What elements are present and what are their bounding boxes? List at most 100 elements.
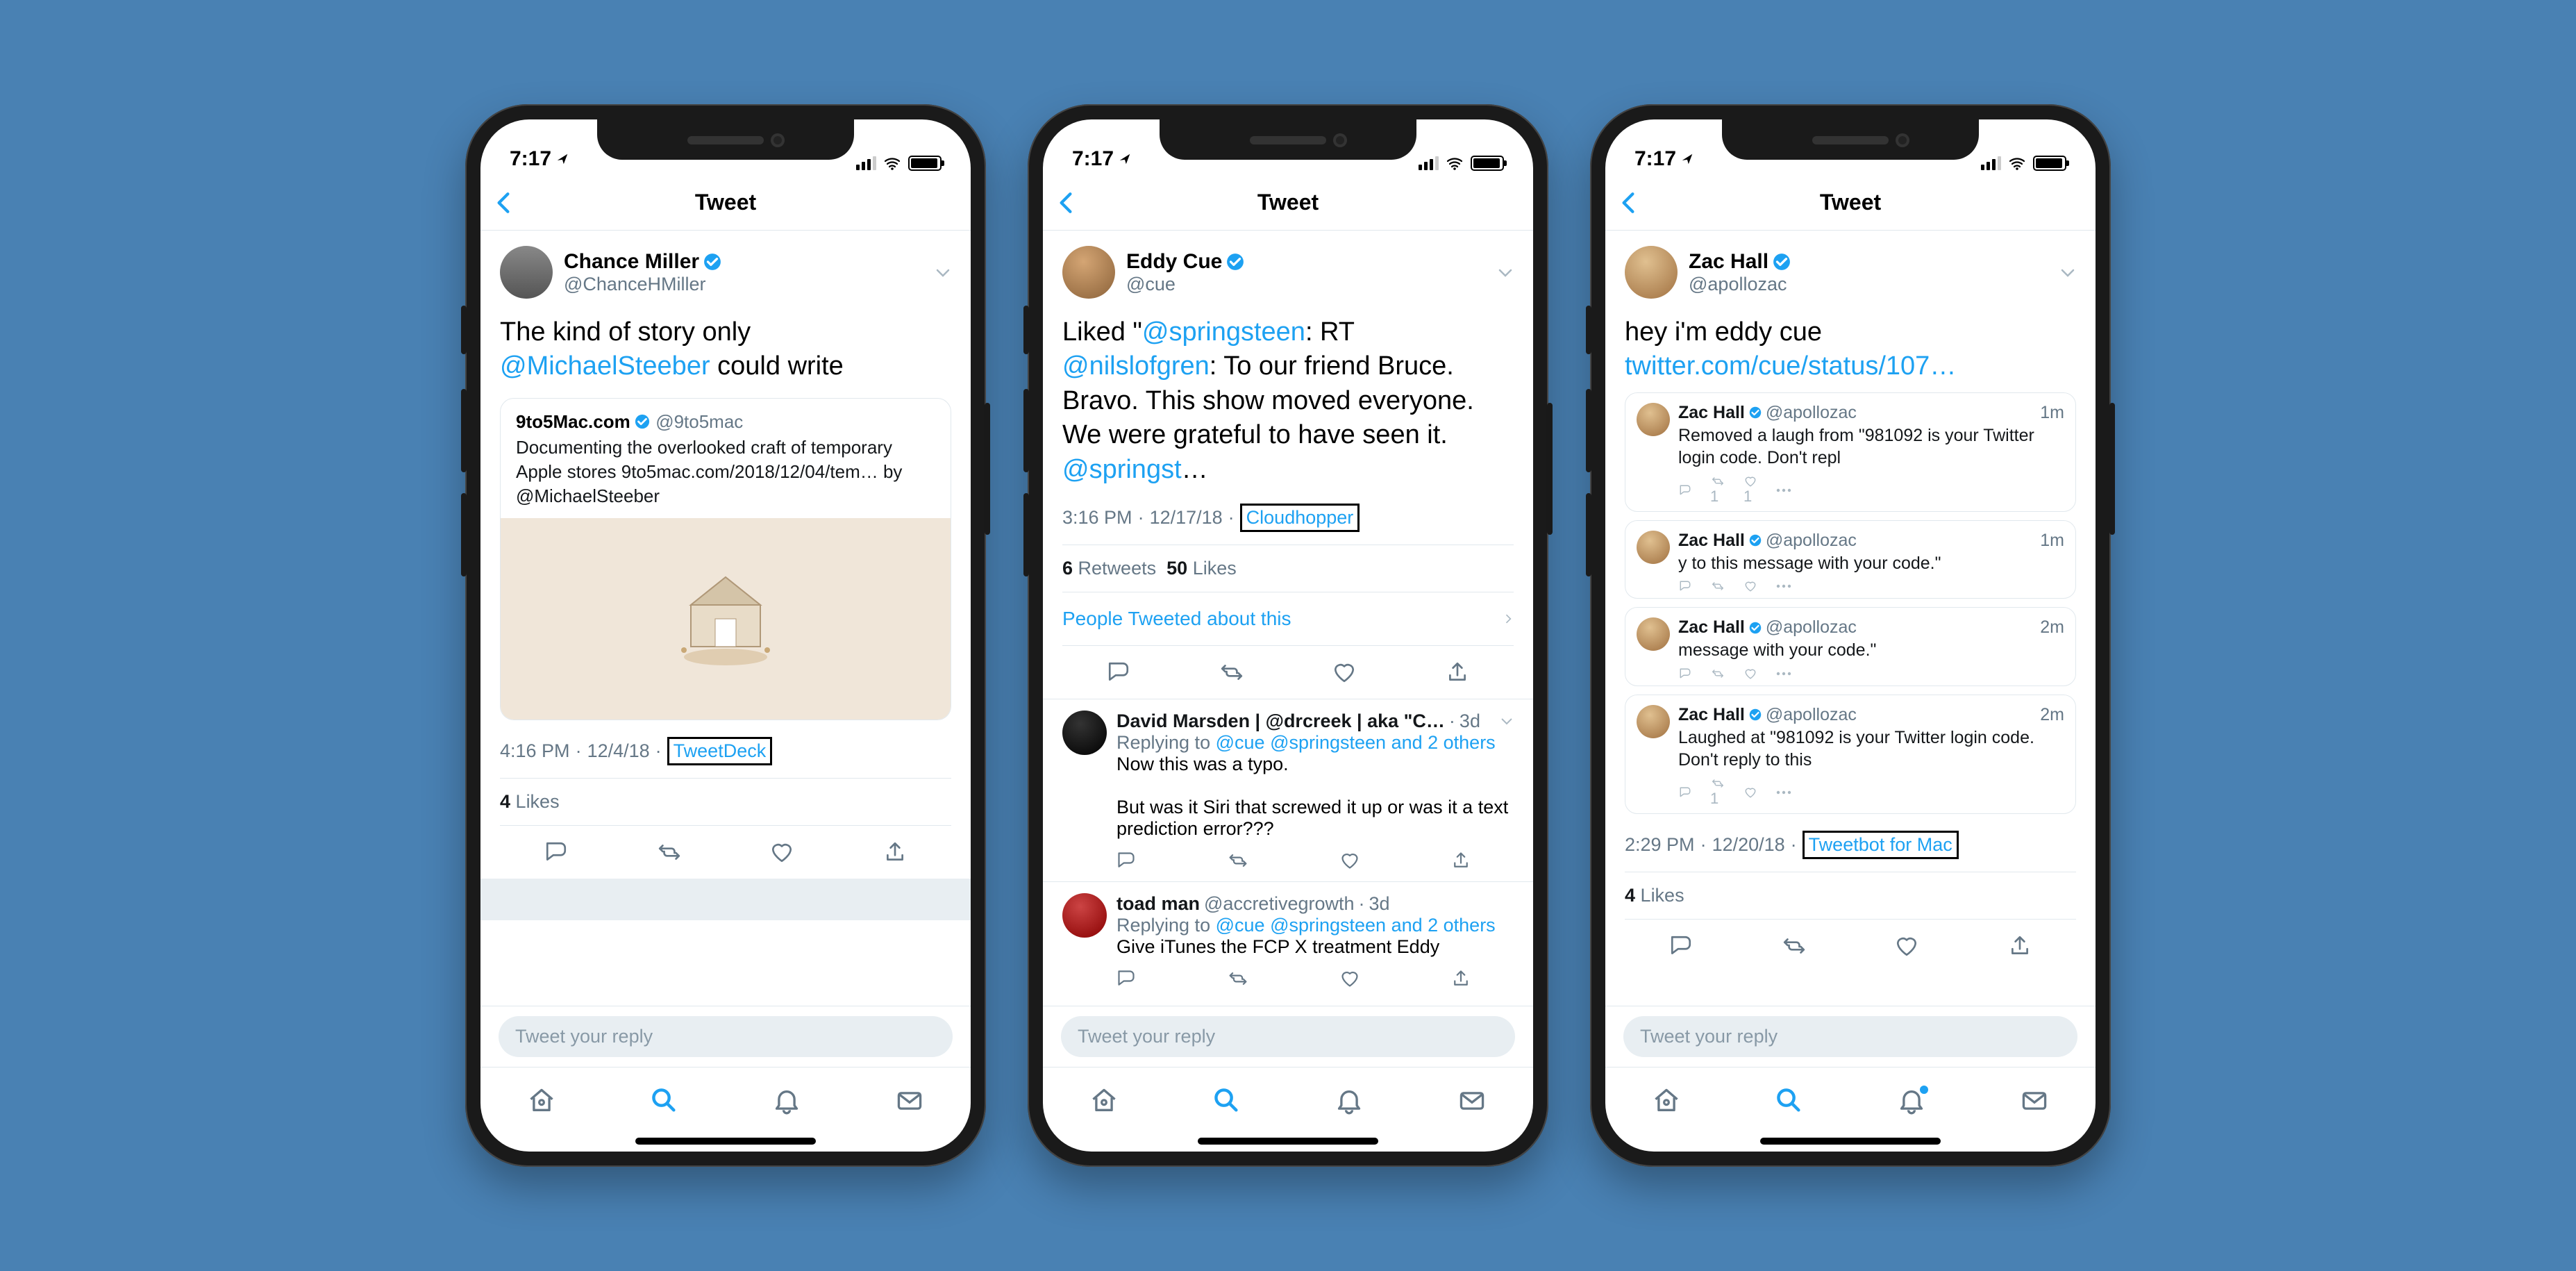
- tab-home[interactable]: [526, 1086, 557, 1116]
- tweet-menu-caret[interactable]: [1497, 265, 1514, 279]
- tab-bar: [480, 1067, 971, 1133]
- share-button[interactable]: [1451, 969, 1471, 988]
- tweet-menu-caret[interactable]: [2059, 265, 2076, 279]
- back-button[interactable]: [1057, 191, 1075, 215]
- home-indicator[interactable]: [1198, 1138, 1378, 1145]
- mention-link[interactable]: @MichaelSteeber: [500, 351, 710, 381]
- mention-link[interactable]: @springsteen: [1270, 732, 1386, 753]
- avatar[interactable]: [1062, 711, 1107, 755]
- like-button[interactable]: [1893, 932, 1921, 960]
- quoted-tweet-card[interactable]: Zac Hall @apollozac2m Laughed at "981092…: [1625, 695, 2076, 814]
- back-button[interactable]: [1619, 191, 1637, 215]
- url-link[interactable]: twitter.com/cue/status/107…: [1625, 351, 1956, 381]
- tab-search[interactable]: [1212, 1086, 1242, 1116]
- reply-menu-caret[interactable]: [1500, 715, 1514, 726]
- replying-to: Replying to @cue @springsteen and 2 othe…: [1116, 732, 1514, 754]
- others-link[interactable]: and 2 others: [1391, 915, 1496, 936]
- tab-home[interactable]: [1651, 1086, 1682, 1116]
- avatar[interactable]: [1062, 893, 1107, 938]
- avatar[interactable]: [1637, 403, 1670, 436]
- tweet-counts[interactable]: 4 Likes: [500, 778, 951, 825]
- quoted-tweet-card[interactable]: 9to5Mac.com @9to5mac Documenting the ove…: [500, 398, 951, 720]
- reply-item[interactable]: toad man @accretivegrowth · 3d Replying …: [1043, 881, 1533, 999]
- reply-button[interactable]: [1116, 969, 1136, 988]
- like-button[interactable]: [1340, 851, 1360, 870]
- like-button[interactable]: [1743, 786, 1757, 799]
- mention-link[interactable]: @springst: [1062, 455, 1182, 484]
- tweet-counts[interactable]: 6 Retweets 50 Likes: [1062, 545, 1514, 592]
- tweet-source[interactable]: Tweetbot for Mac: [1803, 831, 1959, 859]
- tab-notifications[interactable]: [1896, 1086, 1927, 1116]
- more-button[interactable]: [1775, 583, 1792, 590]
- share-button[interactable]: [881, 838, 909, 866]
- tab-messages[interactable]: [2019, 1086, 2050, 1116]
- tweet-author-row[interactable]: Zac Hall @apollozac: [1625, 246, 2076, 299]
- home-indicator[interactable]: [1760, 1138, 1941, 1145]
- retweet-button[interactable]: [1228, 851, 1248, 870]
- mention-link[interactable]: @springsteen: [1142, 317, 1305, 347]
- reply-input[interactable]: Tweet your reply: [1623, 1016, 2077, 1057]
- tweet-counts[interactable]: 4 Likes: [1625, 872, 2076, 919]
- reply-button[interactable]: [1105, 658, 1132, 686]
- like-button[interactable]: [1743, 580, 1757, 592]
- reply-button[interactable]: [1667, 932, 1695, 960]
- reply-input[interactable]: Tweet your reply: [1061, 1016, 1515, 1057]
- reply-button[interactable]: [542, 838, 570, 866]
- avatar[interactable]: [500, 246, 553, 299]
- retweet-button[interactable]: [1710, 580, 1725, 592]
- retweet-button[interactable]: [655, 838, 683, 866]
- like-button[interactable]: [1743, 667, 1757, 680]
- tab-notifications[interactable]: [771, 1086, 802, 1116]
- others-link[interactable]: and 2 others: [1391, 732, 1496, 753]
- retweet-button[interactable]: [1710, 667, 1725, 680]
- tab-search[interactable]: [649, 1086, 680, 1116]
- retweet-button[interactable]: [1780, 932, 1808, 960]
- avatar[interactable]: [1637, 705, 1670, 738]
- tweet-source[interactable]: TweetDeck: [667, 737, 773, 765]
- avatar[interactable]: [1062, 246, 1115, 299]
- retweet-button[interactable]: [1218, 658, 1246, 686]
- avatar[interactable]: [1637, 617, 1670, 651]
- reply-button[interactable]: [1116, 851, 1136, 870]
- share-button[interactable]: [1451, 851, 1471, 870]
- tweet-author-row[interactable]: Eddy Cue @cue: [1062, 246, 1514, 299]
- back-button[interactable]: [494, 191, 512, 215]
- tab-notifications[interactable]: [1334, 1086, 1364, 1116]
- reply-input[interactable]: Tweet your reply: [499, 1016, 953, 1057]
- like-button[interactable]: [1330, 658, 1358, 686]
- section-gap: [480, 879, 971, 920]
- avatar[interactable]: [1625, 246, 1678, 299]
- mention-link[interactable]: @cue: [1216, 732, 1265, 753]
- quoted-tweet-card[interactable]: Zac Hall @apollozac1m y to this message …: [1625, 520, 2076, 599]
- tab-search[interactable]: [1774, 1086, 1805, 1116]
- mention-link[interactable]: @nilslofgren: [1062, 351, 1210, 381]
- like-button[interactable]: [1340, 969, 1360, 988]
- tab-messages[interactable]: [894, 1086, 925, 1116]
- retweet-button[interactable]: [1228, 969, 1248, 988]
- like-button[interactable]: [768, 838, 796, 866]
- reply-item[interactable]: David Marsden | @drcreek | aka "C… · 3d …: [1043, 699, 1533, 881]
- mention-link[interactable]: @springsteen: [1270, 915, 1386, 936]
- share-button[interactable]: [1444, 658, 1471, 686]
- tweet-actions: [1062, 645, 1514, 699]
- tab-messages[interactable]: [1457, 1086, 1487, 1116]
- avatar[interactable]: [1637, 531, 1670, 564]
- author-handle: @ChanceHMiller: [564, 274, 721, 295]
- home-indicator[interactable]: [635, 1138, 816, 1145]
- more-button[interactable]: [1775, 670, 1792, 677]
- tweet-menu-caret[interactable]: [935, 265, 951, 279]
- reply-button[interactable]: [1678, 580, 1692, 592]
- tweet-source[interactable]: Cloudhopper: [1240, 504, 1360, 532]
- quoted-tweet-card[interactable]: Zac Hall @apollozac1m Removed a laugh fr…: [1625, 392, 2076, 512]
- tab-home[interactable]: [1089, 1086, 1119, 1116]
- more-button[interactable]: [1775, 487, 1792, 494]
- mention-link[interactable]: @cue: [1216, 915, 1265, 936]
- share-button[interactable]: [2006, 932, 2034, 960]
- more-button[interactable]: [1775, 789, 1792, 796]
- tweet-author-row[interactable]: Chance Miller @ChanceHMiller: [500, 246, 951, 299]
- reply-button[interactable]: [1678, 484, 1692, 497]
- reply-button[interactable]: [1678, 667, 1692, 680]
- reply-button[interactable]: [1678, 786, 1692, 799]
- people-tweeted-about-this[interactable]: People Tweeted about this: [1062, 592, 1514, 645]
- quoted-tweet-card[interactable]: Zac Hall @apollozac2m message with your …: [1625, 607, 2076, 686]
